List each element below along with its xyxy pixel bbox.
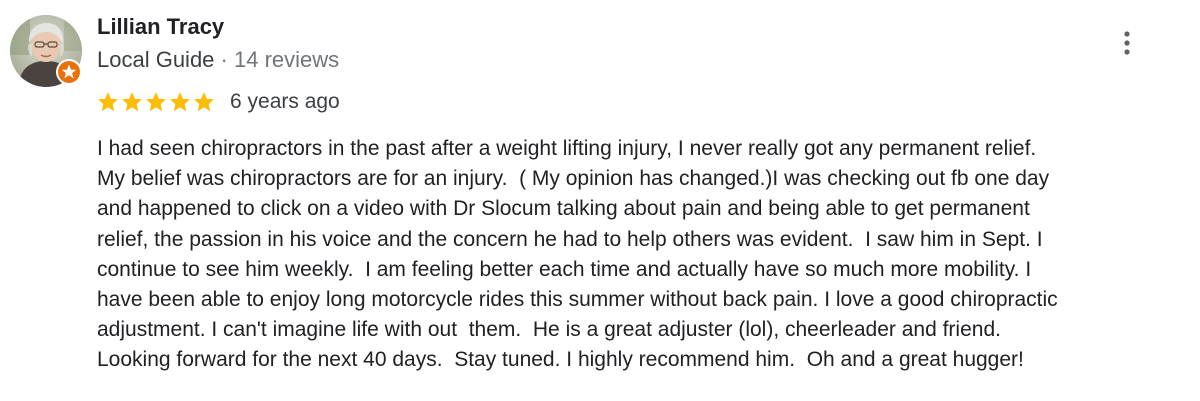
review-text-line: continue to see him weekly. I am feeling… <box>97 257 1032 281</box>
more-options-button[interactable] <box>1112 28 1142 62</box>
review-text-line: adjustment. I can't imagine life with ou… <box>97 318 1001 342</box>
review-text-line: I had seen chiropractors in the past aft… <box>97 137 1037 160</box>
meta-separator: · <box>220 47 234 72</box>
author-name[interactable]: Lillian Tracy <box>97 13 224 41</box>
local-guide-badge-icon <box>55 58 83 86</box>
review-text: I had seen chiropractors in the past aft… <box>97 134 1197 376</box>
star-icon <box>194 92 214 112</box>
more-vert-icon <box>1124 31 1130 55</box>
star-icon <box>146 92 166 112</box>
reviews-count[interactable]: 14 reviews <box>234 47 339 72</box>
local-guide-label: Local Guide <box>97 47 215 72</box>
star-icon <box>122 92 142 112</box>
avatar-container[interactable] <box>10 15 82 87</box>
review-text-line: and happened to click on a video with Dr… <box>97 197 1030 221</box>
review-text-line: Looking forward for the next 40 days. St… <box>97 348 1024 372</box>
author-meta: Local Guide · 14 reviews <box>97 46 339 74</box>
rating-row: 6 years ago <box>96 88 340 116</box>
star-rating <box>96 90 216 114</box>
star-icon <box>170 92 190 112</box>
review-text-line: have been able to enjoy long motorcycle … <box>97 288 1058 312</box>
star-icon <box>98 92 118 112</box>
review-text-line: relief, the passion in his voice and the… <box>97 227 1043 251</box>
review-date: 6 years ago <box>230 90 340 113</box>
review-card: Lillian Tracy Local Guide · 14 reviews 6… <box>0 0 1200 401</box>
review-text-line: My belief was chiropractors are for an i… <box>97 167 1050 191</box>
